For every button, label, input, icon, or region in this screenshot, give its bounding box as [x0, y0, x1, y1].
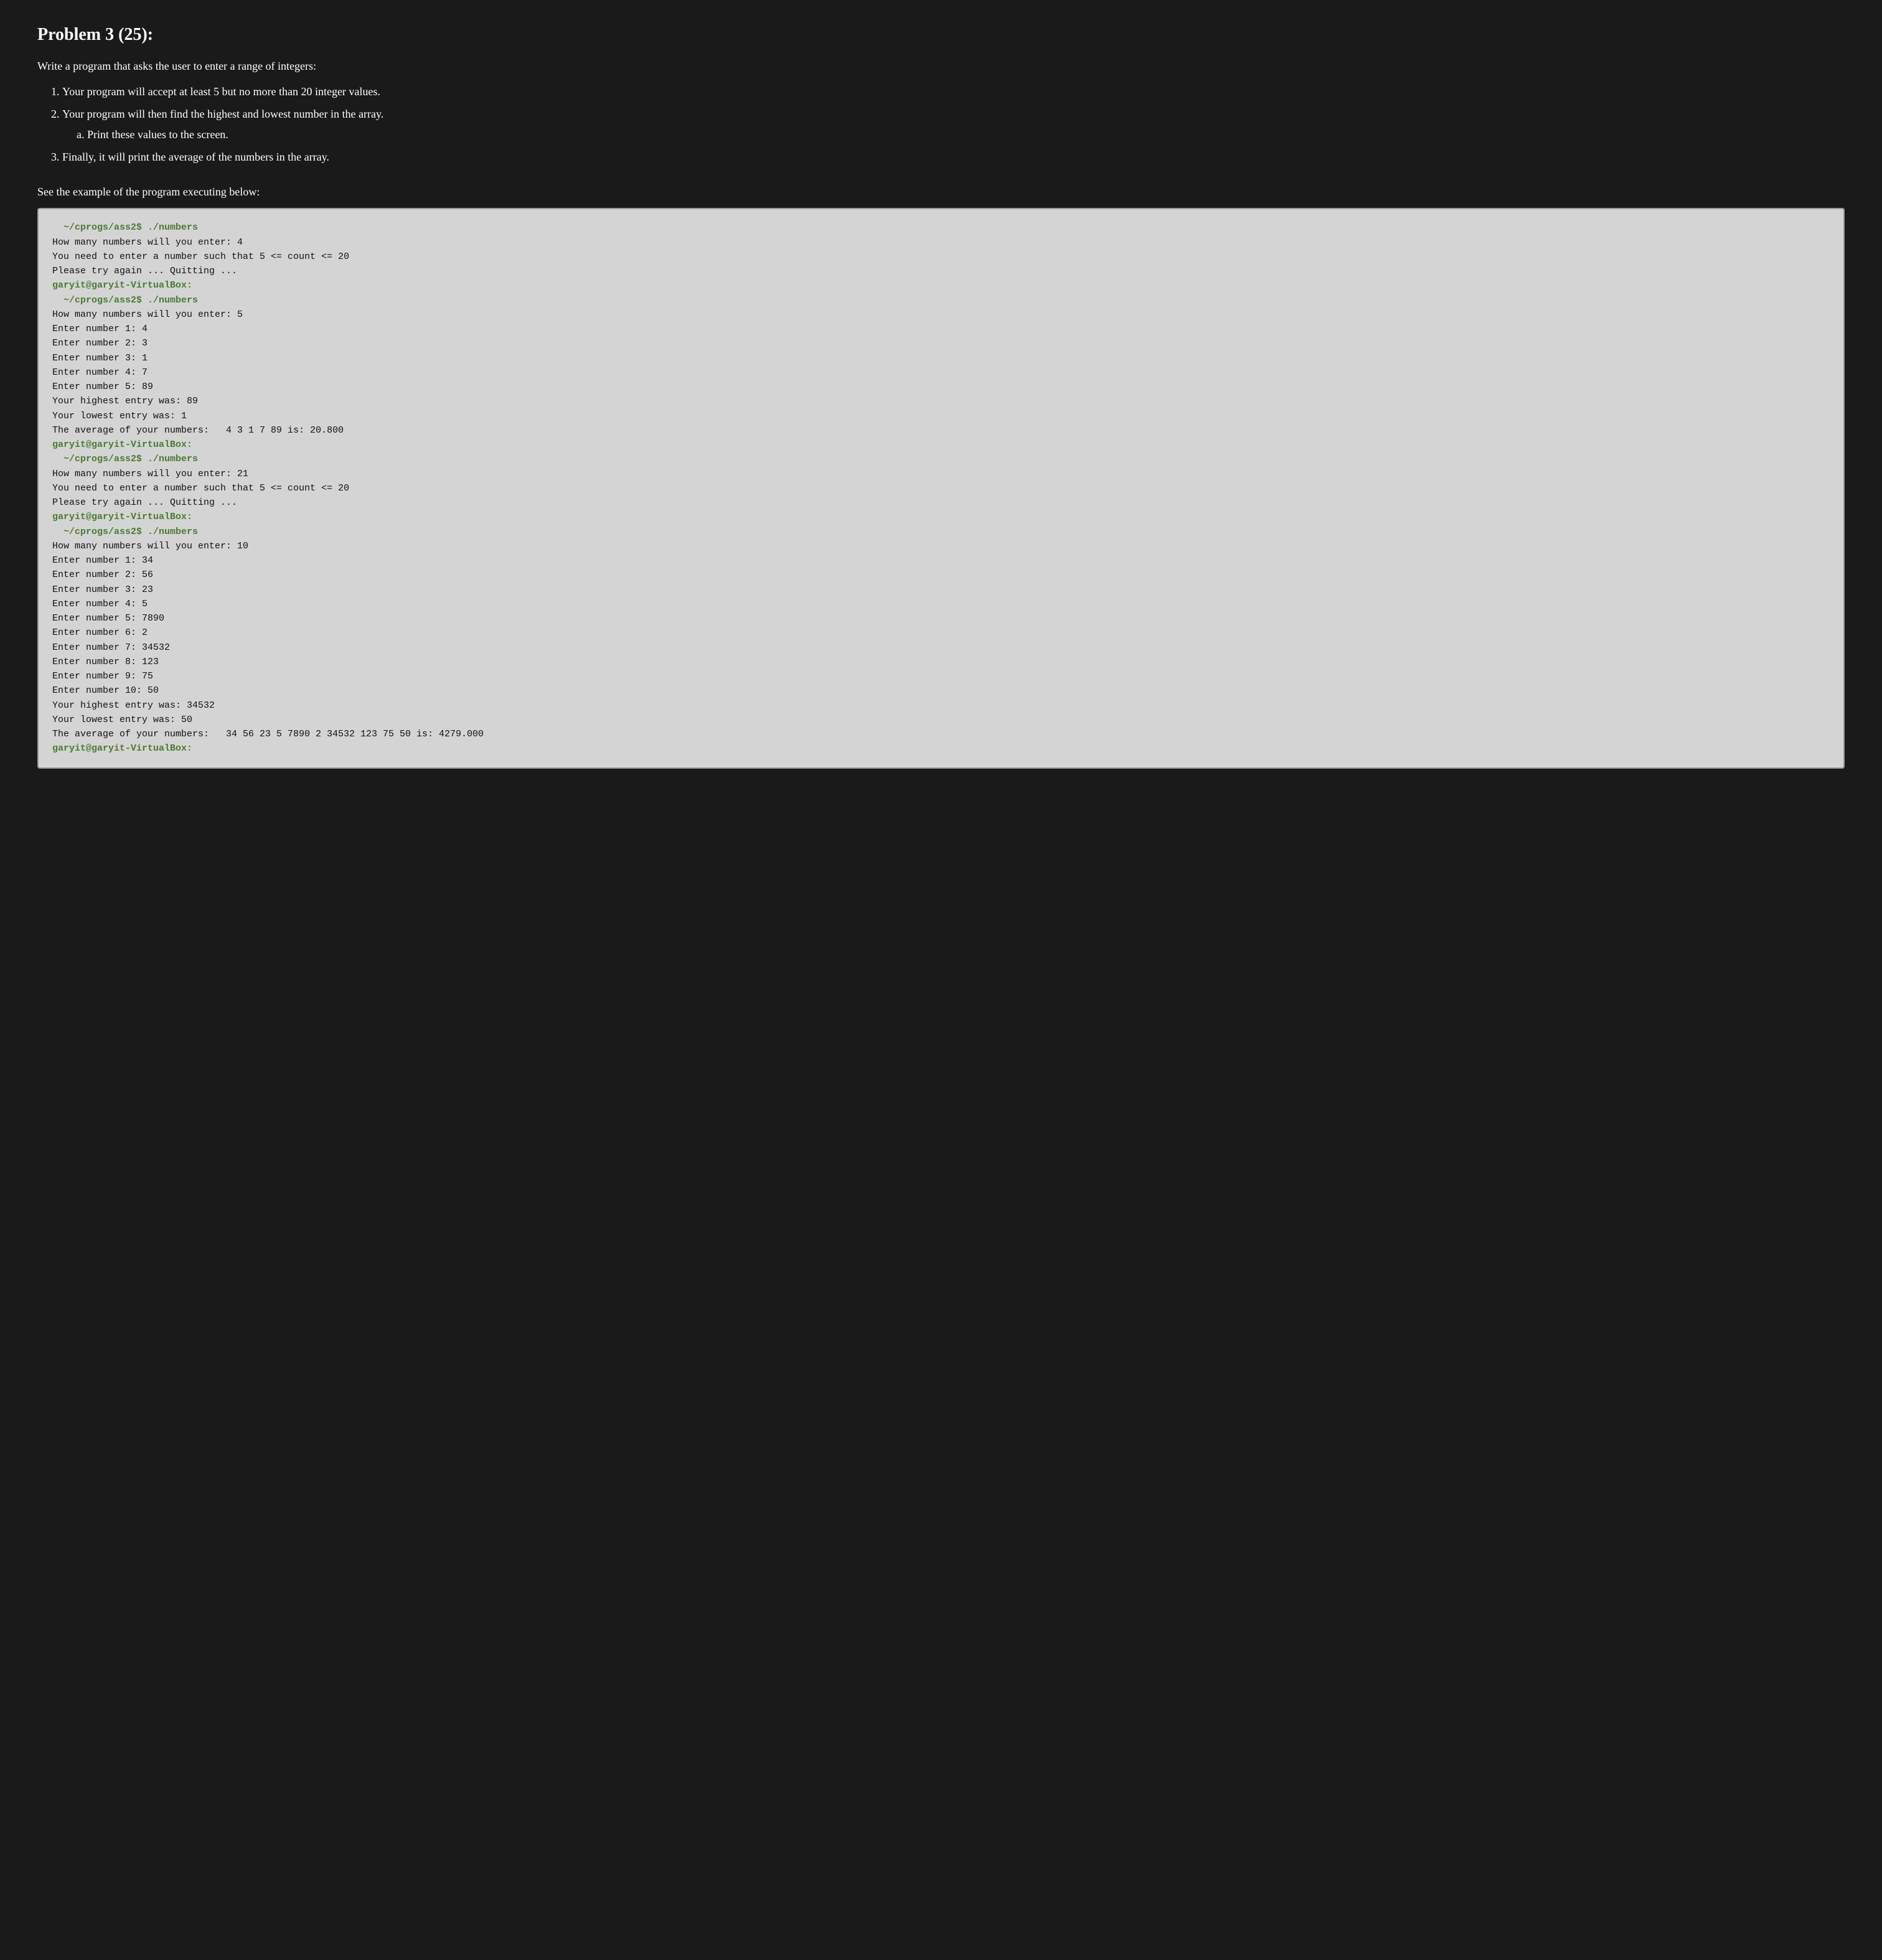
- example-label: See the example of the program executing…: [37, 185, 1845, 199]
- requirement-1: Your program will accept at least 5 but …: [62, 82, 1845, 101]
- requirement-2: Your program will then find the highest …: [62, 104, 1845, 144]
- requirement-3: Finally, it will print the average of th…: [62, 147, 1845, 167]
- sub-requirement-a: Print these values to the screen.: [87, 124, 1845, 144]
- requirements-list: Your program will accept at least 5 but …: [62, 82, 1845, 167]
- sub-requirements: Print these values to the screen.: [87, 124, 1845, 144]
- terminal-output: ~/cprogs/ass2$ ./numbers How many number…: [37, 208, 1845, 768]
- problem-description: Write a program that asks the user to en…: [37, 57, 1845, 75]
- problem-title: Problem 3 (25):: [37, 25, 1845, 45]
